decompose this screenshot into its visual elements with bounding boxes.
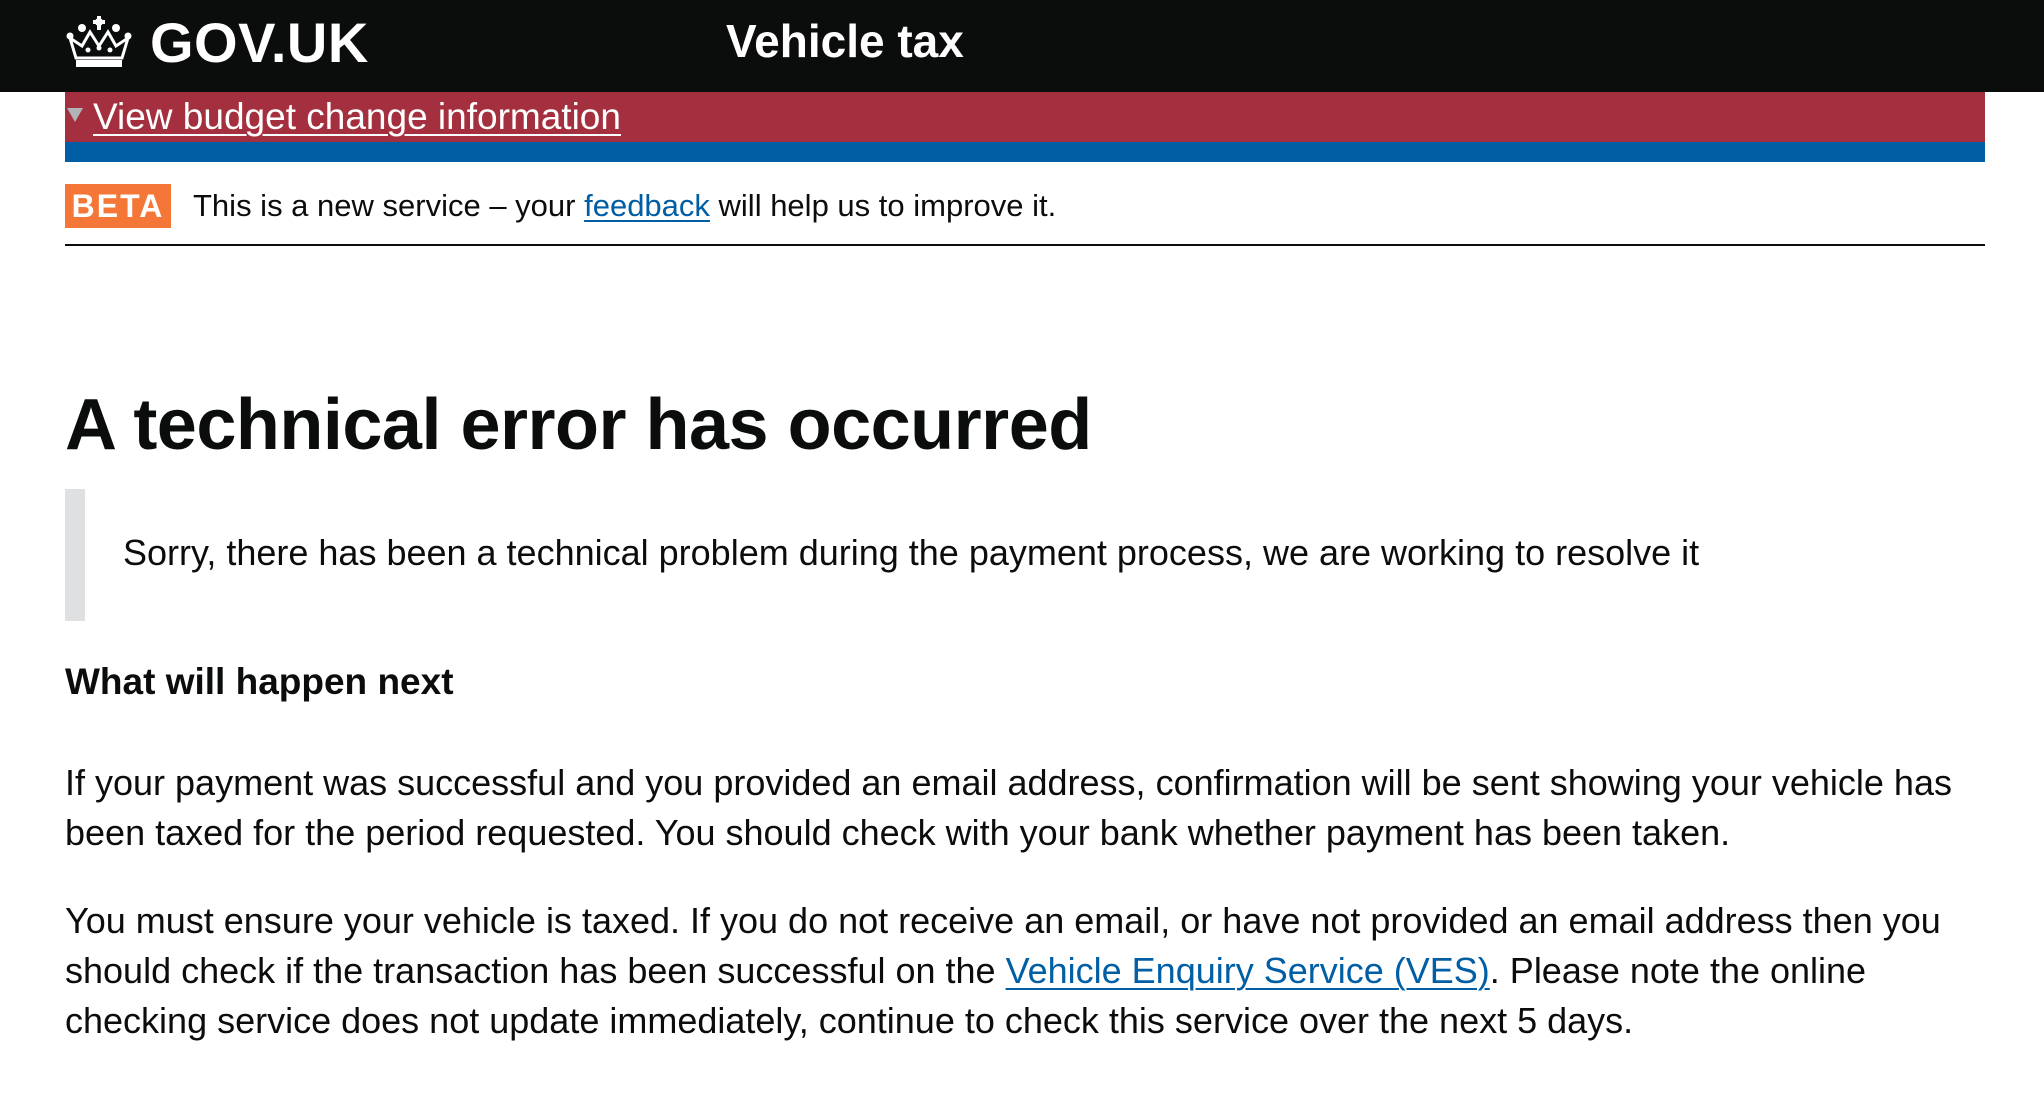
- phase-text-after: will help us to improve it.: [709, 188, 1057, 223]
- budget-banner: View budget change information: [65, 92, 1985, 142]
- vehicle-enquiry-service-link[interactable]: Vehicle Enquiry Service (VES): [1006, 950, 1490, 991]
- payment-confirmation-paragraph: If your payment was successful and you p…: [65, 762, 1952, 853]
- crown-icon: [66, 16, 132, 67]
- service-name-link[interactable]: Vehicle tax: [726, 14, 964, 68]
- error-inset-text: Sorry, there has been a technical proble…: [65, 489, 1965, 621]
- view-budget-change-link[interactable]: View budget change information: [93, 94, 621, 140]
- logo-text: GOV.UK: [150, 11, 369, 74]
- feedback-link[interactable]: feedback: [584, 188, 710, 223]
- beta-tag: BETA: [65, 184, 171, 228]
- phase-text-before: This is a new service – your: [193, 188, 585, 223]
- what-happens-next-heading: What will happen next: [65, 661, 454, 702]
- inset-message: Sorry, there has been a technical proble…: [123, 532, 1700, 573]
- ensure-taxed-paragraph: You must ensure your vehicle is taxed. I…: [65, 896, 1995, 1046]
- site-header: GOV.UK Vehicle tax: [0, 0, 2044, 92]
- phase-banner: BETA This is a new service – your feedba…: [65, 162, 1985, 246]
- govuk-logo-link[interactable]: GOV.UK: [64, 8, 369, 78]
- blue-stripe: [65, 142, 1985, 162]
- phase-banner-text: This is a new service – your feedback wi…: [193, 182, 1056, 230]
- page-title: A technical error has occurred: [65, 385, 1092, 465]
- triangle-down-icon[interactable]: [67, 108, 83, 122]
